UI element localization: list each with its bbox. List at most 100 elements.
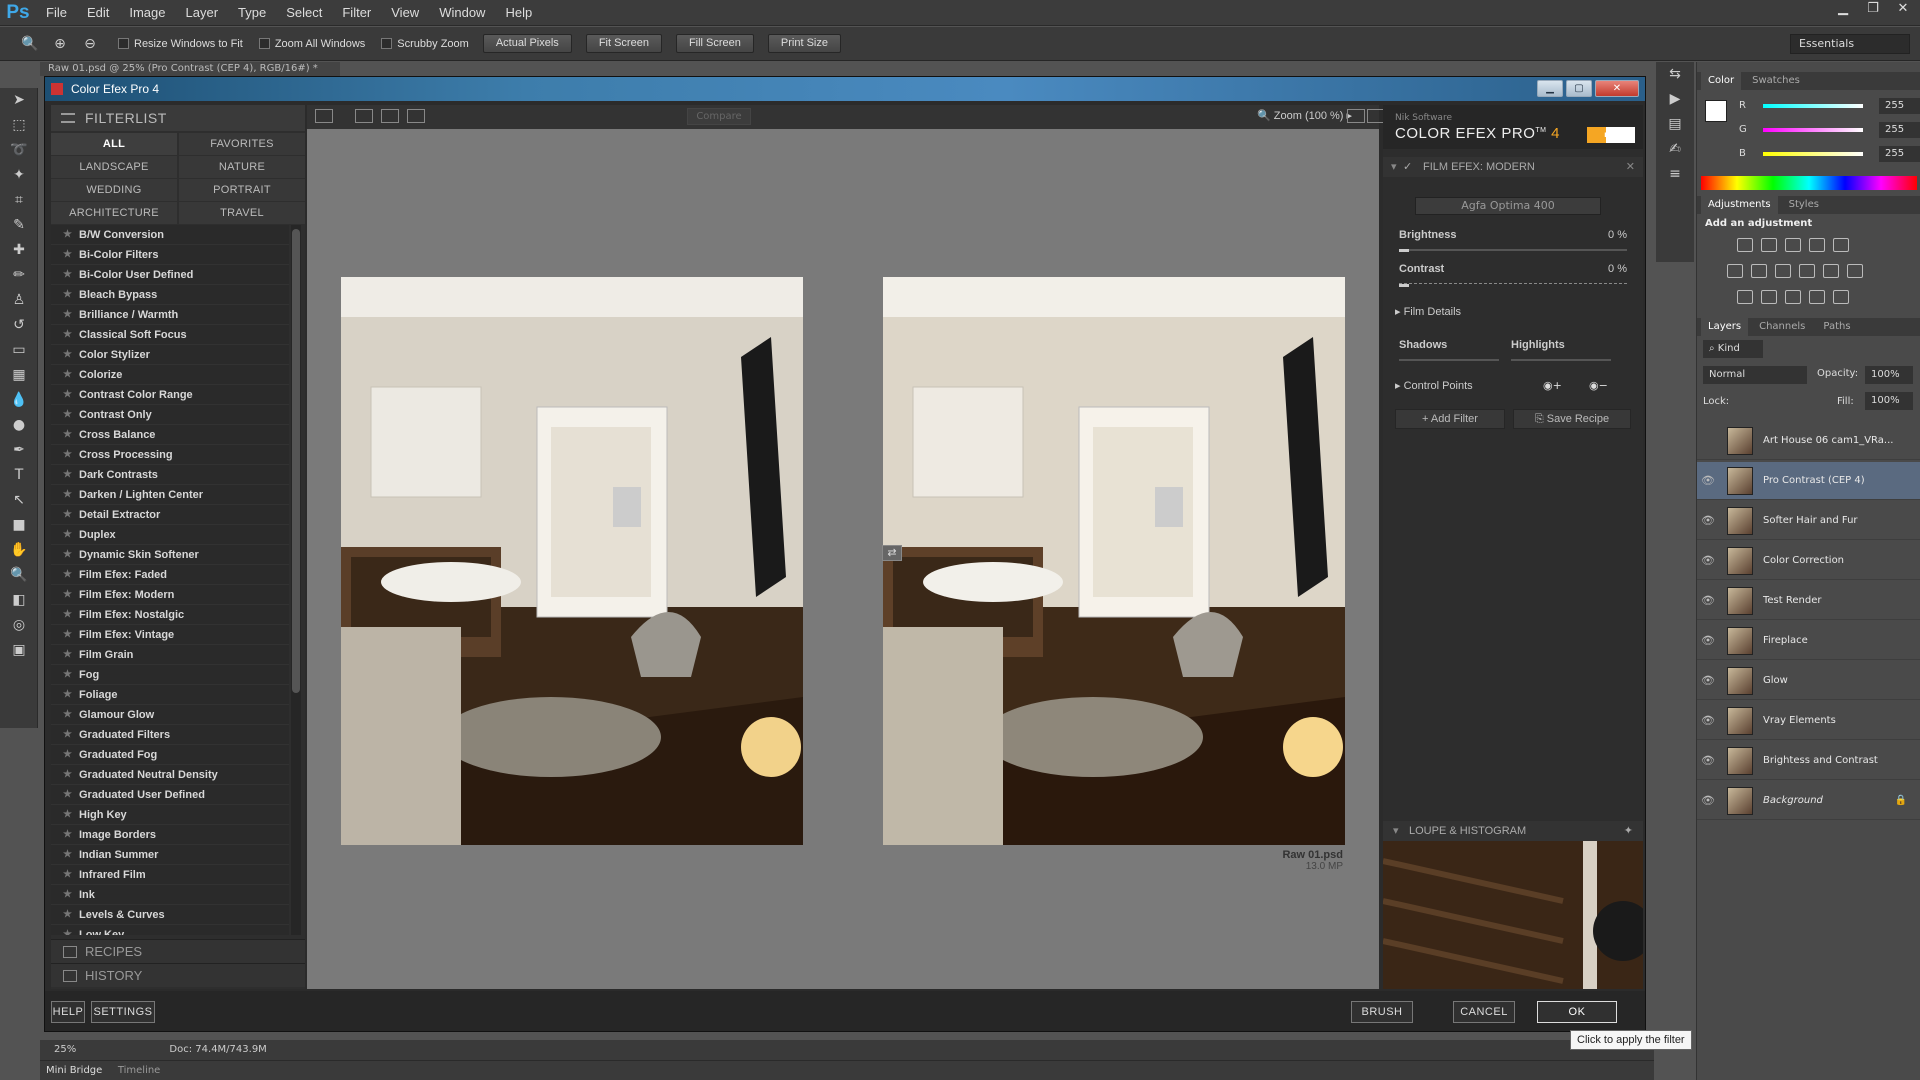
filter-item[interactable]: ★ Film Efex: Faded xyxy=(51,565,289,585)
filter-item[interactable]: ★ Ink xyxy=(51,885,289,905)
path-select-icon[interactable]: ↖ xyxy=(0,488,38,513)
loupe-histogram-header[interactable]: ▾ LOUPE & HISTOGRAM ✦ xyxy=(1383,821,1643,841)
menu-layer[interactable]: Layer xyxy=(176,0,229,26)
favorite-star-icon[interactable]: ★ xyxy=(63,525,72,545)
tab-swatches[interactable]: Swatches xyxy=(1745,72,1807,90)
category-nature[interactable]: NATURE xyxy=(179,156,305,178)
workspace-select[interactable]: Essentials xyxy=(1790,34,1910,54)
eyedropper-icon[interactable]: ✎ xyxy=(0,213,38,238)
history-brush-icon[interactable]: ↺ xyxy=(0,313,38,338)
filter-item[interactable]: ★ Graduated User Defined xyxy=(51,785,289,805)
brush-preset-icon[interactable]: ✍ xyxy=(1656,137,1694,162)
contrast-slider[interactable] xyxy=(1399,283,1627,287)
blend-mode-select[interactable]: Normal xyxy=(1703,366,1807,384)
screen-mode-icon[interactable]: ▣ xyxy=(0,638,38,663)
favorite-star-icon[interactable]: ★ xyxy=(63,325,72,345)
favorite-star-icon[interactable]: ★ xyxy=(63,585,72,605)
split-view-icon[interactable] xyxy=(381,109,399,123)
favorite-star-icon[interactable]: ★ xyxy=(63,885,72,905)
filter-item[interactable]: ★ Glamour Glow xyxy=(51,705,289,725)
favorite-star-icon[interactable]: ★ xyxy=(63,465,72,485)
threshold-icon[interactable] xyxy=(1785,290,1801,304)
menu-window[interactable]: Window xyxy=(429,0,495,26)
collapse-icon[interactable]: ▾ xyxy=(1393,821,1399,841)
add-filter-button[interactable]: + Add Filter xyxy=(1395,409,1505,429)
gradient-map-icon[interactable] xyxy=(1833,290,1849,304)
filter-item[interactable]: ★ Darken / Lighten Center xyxy=(51,485,289,505)
shape-tool-icon[interactable]: ■ xyxy=(0,513,38,538)
scrollbar-thumb[interactable] xyxy=(292,229,300,693)
save-recipe-button[interactable]: ⎘ Save Recipe xyxy=(1513,409,1631,429)
type-tool-icon[interactable]: T xyxy=(0,463,38,488)
zoom-all-windows-checkbox[interactable]: Zoom All Windows xyxy=(258,38,365,50)
vibrance-icon[interactable] xyxy=(1833,238,1849,252)
resize-windows-checkbox[interactable]: Resize Windows to Fit xyxy=(118,38,243,50)
dodge-tool-icon[interactable]: ● xyxy=(0,413,38,438)
layer-row[interactable]: 👁 Brightess and Contrast xyxy=(1697,742,1920,780)
selective-color-icon[interactable] xyxy=(1809,290,1825,304)
curves-icon[interactable] xyxy=(1785,238,1801,252)
control-points-toggle[interactable]: ▸ Control Points xyxy=(1395,379,1473,392)
favorite-star-icon[interactable]: ★ xyxy=(63,805,72,825)
tab-color[interactable]: Color xyxy=(1701,72,1742,90)
filter-item[interactable]: ★ Color Stylizer xyxy=(51,345,289,365)
favorite-star-icon[interactable]: ★ xyxy=(63,305,72,325)
exposure-icon[interactable] xyxy=(1809,238,1825,252)
pen-tool-icon[interactable]: ✒ xyxy=(0,438,38,463)
close-icon[interactable]: ✕ xyxy=(1892,0,1914,18)
menu-file[interactable]: File xyxy=(36,0,77,26)
favorite-star-icon[interactable]: ★ xyxy=(63,825,72,845)
filter-item[interactable]: ★ Film Efex: Modern xyxy=(51,585,289,605)
filter-item[interactable]: ★ Graduated Filters xyxy=(51,725,289,745)
zoom-tool-icon[interactable]: 🔍 xyxy=(18,33,42,55)
favorite-star-icon[interactable]: ★ xyxy=(63,405,72,425)
color-balance-icon[interactable] xyxy=(1751,264,1767,278)
fill-screen-button[interactable]: Fill Screen xyxy=(675,34,754,53)
visibility-eye-icon[interactable]: 👁 xyxy=(1697,754,1719,767)
filter-item[interactable]: ★ Duplex xyxy=(51,525,289,545)
hand-tool-icon[interactable]: ✋ xyxy=(0,538,38,563)
favorite-star-icon[interactable]: ★ xyxy=(63,245,72,265)
favorite-star-icon[interactable]: ★ xyxy=(63,265,72,285)
category-landscape[interactable]: LANDSCAPE xyxy=(51,156,177,178)
category-all[interactable]: ALL xyxy=(51,133,177,155)
restore-icon[interactable]: ❐ xyxy=(1862,0,1884,18)
visibility-eye-icon[interactable]: 👁 xyxy=(1697,514,1719,527)
visibility-eye-icon[interactable]: 👁 xyxy=(1697,474,1719,487)
favorite-star-icon[interactable]: ★ xyxy=(63,225,72,245)
pin-icon[interactable]: ✦ xyxy=(1624,821,1633,841)
single-view-icon[interactable] xyxy=(355,109,373,123)
black-white-icon[interactable] xyxy=(1775,264,1791,278)
favorite-star-icon[interactable]: ★ xyxy=(63,445,72,465)
close-filter-icon[interactable]: ✕ xyxy=(1626,157,1635,177)
tab-mini-bridge[interactable]: Mini Bridge xyxy=(40,1065,108,1076)
favorite-star-icon[interactable]: ★ xyxy=(63,505,72,525)
favorite-star-icon[interactable]: ★ xyxy=(63,625,72,645)
favorite-star-icon[interactable]: ★ xyxy=(63,725,72,745)
filter-item[interactable]: ★ Colorize xyxy=(51,365,289,385)
checkmark-icon[interactable]: ✓ xyxy=(1403,157,1412,177)
properties-icon[interactable]: ▤ xyxy=(1656,112,1694,137)
favorite-star-icon[interactable]: ★ xyxy=(63,645,72,665)
visibility-eye-icon[interactable]: 👁 xyxy=(1697,794,1719,807)
menu-type[interactable]: Type xyxy=(228,0,276,26)
layer-row[interactable]: 👁 Fireplace xyxy=(1697,622,1920,660)
visibility-eye-icon[interactable]: 👁 xyxy=(1697,674,1719,687)
remove-control-point-icon[interactable]: ◉− xyxy=(1589,379,1613,393)
favorite-star-icon[interactable]: ★ xyxy=(63,845,72,865)
filter-item[interactable]: ★ Detail Extractor xyxy=(51,505,289,525)
menu-filter[interactable]: Filter xyxy=(332,0,381,26)
favorite-star-icon[interactable]: ★ xyxy=(63,565,72,585)
levels-icon[interactable] xyxy=(1761,238,1777,252)
compare-button[interactable]: Compare xyxy=(687,108,751,125)
favorite-star-icon[interactable]: ★ xyxy=(63,865,72,885)
filter-item[interactable]: ★ Levels & Curves xyxy=(51,905,289,925)
category-travel[interactable]: TRAVEL xyxy=(179,202,305,224)
filter-item[interactable]: ★ Brilliance / Warmth xyxy=(51,305,289,325)
red-value[interactable]: 255 xyxy=(1879,98,1920,114)
filter-item[interactable]: ★ Dynamic Skin Softener xyxy=(51,545,289,565)
layer-row[interactable]: 👁 Pro Contrast (CEP 4) xyxy=(1697,462,1920,500)
category-architecture[interactable]: ARCHITECTURE xyxy=(51,202,177,224)
actual-pixels-button[interactable]: Actual Pixels xyxy=(482,34,572,53)
filter-section-header[interactable]: ▾ ✓ FILM EFEX: MODERN ✕ xyxy=(1383,157,1643,177)
